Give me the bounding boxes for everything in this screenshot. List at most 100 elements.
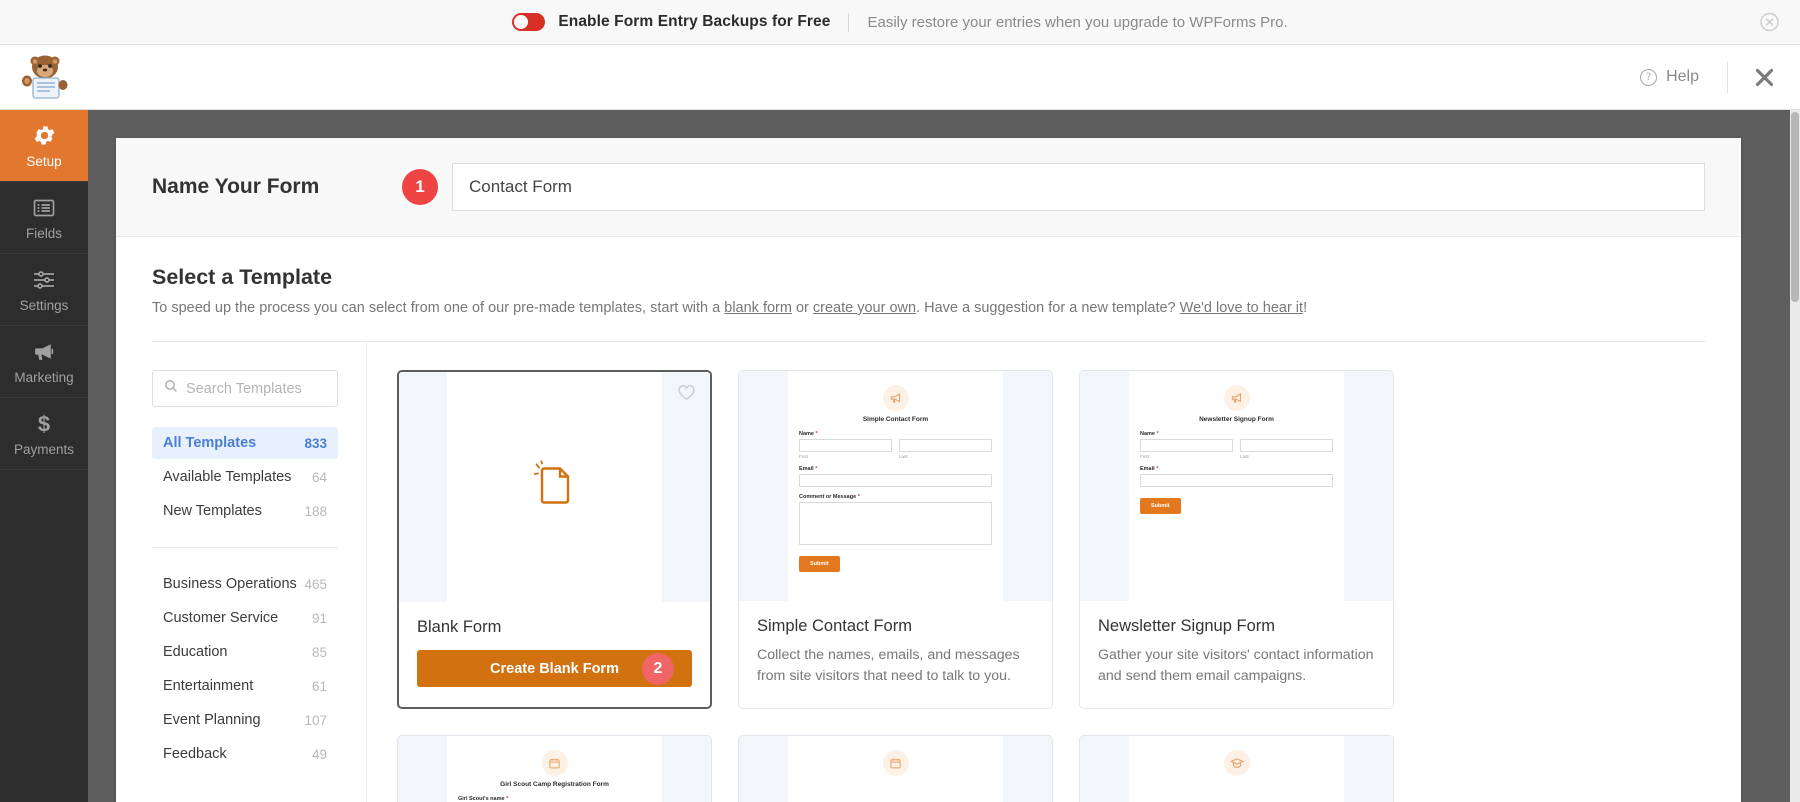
category-count: 107 (304, 713, 327, 728)
promo-subtitle: Easily restore your entries when you upg… (867, 14, 1287, 31)
template-card-newsletter-signup-form[interactable]: Newsletter Signup Form Name * First Last (1079, 370, 1394, 709)
category-label: Customer Service (163, 610, 278, 626)
filter-label: Available Templates (163, 469, 291, 485)
preview-heading: Girl Scout Camp Registration Form (458, 781, 651, 788)
sidebar-item-setup[interactable]: Setup (0, 110, 88, 182)
suggest-template-link[interactable]: We'd love to hear it (1180, 300, 1303, 316)
question-mark-icon: ? (1640, 69, 1657, 86)
category-label: Feedback (163, 746, 227, 762)
help-button[interactable]: ? Help (1640, 68, 1727, 86)
filter-new-templates[interactable]: New Templates 188 (152, 495, 338, 527)
field-input[interactable] (799, 474, 992, 487)
template-description: To speed up the process you can select f… (152, 300, 1705, 316)
desc-text-4: ! (1303, 300, 1307, 316)
megaphone-icon (32, 339, 57, 365)
desc-text-2: or (792, 300, 813, 316)
template-thumbnail: Newsletter Signup Form Name * First Last (1080, 371, 1393, 601)
filter-count: 833 (304, 436, 327, 451)
favorite-heart-icon[interactable] (677, 384, 696, 406)
page-title: Select a Template (152, 265, 1705, 290)
field-sublabel: Last (1240, 454, 1333, 459)
create-your-own-link[interactable]: create your own (813, 300, 916, 316)
wpforms-logo (0, 45, 88, 110)
field-input[interactable] (1240, 439, 1333, 452)
template-thumbnail (399, 372, 710, 602)
category-count: 465 (304, 577, 327, 592)
field-label: Girl Scout's name * (458, 796, 651, 802)
template-card-body: Blank Form Create Blank Form 2 (399, 602, 710, 707)
template-name: Blank Form (417, 618, 692, 637)
calendar-icon (542, 750, 568, 776)
sidebar-item-marketing[interactable]: Marketing (0, 326, 88, 398)
preview-field-name: Name * First Last (1140, 431, 1333, 459)
filter-label: All Templates (163, 435, 256, 451)
category-label: Education (163, 644, 228, 660)
field-input[interactable] (799, 439, 892, 452)
field-label: Comment or Message * (799, 494, 992, 500)
field-label: Name * (1140, 431, 1333, 437)
template-card-body: Newsletter Signup Form Gather your site … (1080, 601, 1393, 706)
category-feedback[interactable]: Feedback 49 (152, 738, 338, 770)
preview-field-email: Email * (799, 466, 992, 487)
sidebar-item-payments[interactable]: $ Payments (0, 398, 88, 470)
search-templates-box[interactable] (152, 370, 338, 407)
template-card-girl-scout-camp-registration-form[interactable]: Girl Scout Camp Registration Form Girl S… (397, 735, 712, 802)
preview-heading: Newsletter Signup Form (1140, 416, 1333, 423)
preview-heading: Simple Contact Form (799, 416, 992, 423)
filter-available-templates[interactable]: Available Templates 64 (152, 461, 338, 493)
dollar-icon: $ (32, 411, 56, 437)
category-label: Entertainment (163, 678, 253, 694)
page-scrollbar-thumb[interactable] (1791, 112, 1799, 302)
field-input[interactable] (1140, 439, 1233, 452)
field-input[interactable] (1140, 474, 1333, 487)
filter-label: New Templates (163, 503, 262, 519)
sliders-icon (32, 267, 56, 293)
promo-divider (848, 13, 849, 32)
category-label: Business Operations (163, 576, 297, 592)
category-business-operations[interactable]: Business Operations 465 (152, 568, 338, 600)
field-sublabel: First (1140, 454, 1233, 459)
svg-text:$: $ (38, 412, 50, 437)
preview-field-message: Comment or Message * (799, 494, 992, 545)
graduation-icon (1224, 750, 1250, 776)
template-categories: Business Operations 465 Customer Service… (152, 568, 338, 770)
template-description: Gather your site visitors' contact infor… (1098, 645, 1375, 686)
field-textarea[interactable] (799, 502, 992, 545)
template-card-simple-contact-form[interactable]: Simple Contact Form Name * First Last (738, 370, 1053, 709)
close-icon[interactable] (1760, 13, 1779, 32)
template-card-partial[interactable] (1079, 735, 1394, 802)
field-label: Email * (799, 466, 992, 472)
close-builder-button[interactable] (1728, 67, 1800, 88)
field-label: Email * (1140, 466, 1333, 472)
template-grid: Blank Form Create Blank Form 2 (397, 370, 1705, 802)
template-name: Simple Contact Form (757, 617, 1034, 636)
template-card-partial[interactable] (738, 735, 1053, 802)
category-education[interactable]: Education 85 (152, 636, 338, 668)
list-icon (32, 195, 56, 221)
builder-header: ? Help (0, 45, 1800, 110)
gear-icon (32, 123, 57, 149)
category-entertainment[interactable]: Entertainment 61 (152, 670, 338, 702)
category-count: 49 (312, 747, 327, 762)
create-blank-form-button[interactable]: Create Blank Form 2 (417, 650, 692, 687)
category-event-planning[interactable]: Event Planning 107 (152, 704, 338, 736)
form-preview: Simple Contact Form Name * First Last (788, 371, 1003, 601)
template-filters: All Templates 833 Available Templates 64… (152, 427, 338, 527)
sidebar-item-settings[interactable]: Settings (0, 254, 88, 326)
filter-count: 188 (304, 504, 327, 519)
form-name-input[interactable] (452, 163, 1705, 211)
sidebar-item-fields[interactable]: Fields (0, 182, 88, 254)
enable-backups-toggle[interactable] (512, 13, 545, 31)
name-your-form-label: Name Your Form (152, 175, 402, 199)
megaphone-icon (883, 385, 909, 411)
category-customer-service[interactable]: Customer Service 91 (152, 602, 338, 634)
template-card-blank-form[interactable]: Blank Form Create Blank Form 2 (397, 370, 712, 709)
builder-sidebar: Setup Fields Settings (0, 45, 88, 802)
field-input[interactable] (899, 439, 992, 452)
filter-all-templates[interactable]: All Templates 833 (152, 427, 338, 459)
sidebar-item-label: Setup (26, 154, 61, 169)
setup-panel: Name Your Form 1 Select a Template To sp… (116, 138, 1741, 802)
search-input[interactable] (186, 381, 326, 397)
blank-form-link[interactable]: blank form (724, 300, 792, 316)
sidebar-item-label: Settings (20, 298, 69, 313)
